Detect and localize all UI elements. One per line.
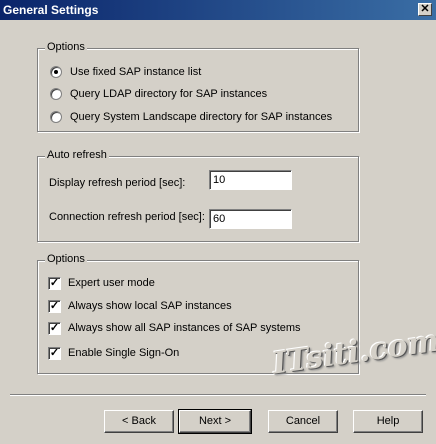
checkbox-label: Always show local SAP instances — [68, 300, 232, 312]
close-icon: ✕ — [420, 3, 430, 15]
auto-refresh-legend: Auto refresh — [45, 149, 109, 161]
check-expert-user-mode[interactable]: ✓ Expert user mode — [48, 275, 155, 291]
connection-refresh-label: Connection refresh period [sec]: — [49, 211, 205, 223]
checkbox-label: Enable Single Sign-On — [68, 347, 180, 359]
checkbox[interactable]: ✓ — [48, 346, 61, 360]
connection-refresh-input[interactable]: 60 — [209, 209, 292, 229]
separator — [10, 394, 426, 396]
next-button[interactable]: Next > — [178, 409, 252, 434]
title-bar: General Settings ✕ — [0, 0, 436, 20]
options-group-legend: Options — [45, 41, 87, 53]
check-single-sign-on[interactable]: ✓ Enable Single Sign-On — [48, 345, 179, 361]
radio-label: Query LDAP directory for SAP instances — [70, 88, 268, 100]
radio-button[interactable] — [50, 88, 62, 100]
auto-refresh-group: Auto refresh Display refresh period [sec… — [37, 149, 359, 242]
radio-query-ldap[interactable]: Query LDAP directory for SAP instances — [50, 86, 267, 102]
options-group-legend: Options — [45, 253, 87, 265]
radio-label: Use fixed SAP instance list — [70, 66, 202, 78]
radio-button[interactable] — [50, 111, 62, 123]
close-button[interactable]: ✕ — [418, 3, 432, 16]
check-show-local-instances[interactable]: ✓ Always show local SAP instances — [48, 298, 232, 314]
checkbox[interactable]: ✓ — [48, 276, 61, 290]
radio-button-selected[interactable] — [50, 66, 62, 78]
back-button[interactable]: < Back — [104, 410, 174, 433]
display-refresh-label: Display refresh period [sec]: — [49, 177, 186, 189]
radio-query-sld[interactable]: Query System Landscape directory for SAP… — [50, 109, 332, 125]
cancel-button[interactable]: Cancel — [268, 410, 338, 433]
radio-fixed-instance-list[interactable]: Use fixed SAP instance list — [50, 64, 201, 80]
checkbox-label: Expert user mode — [68, 277, 155, 289]
radio-label: Query System Landscape directory for SAP… — [70, 111, 333, 123]
checkbox[interactable]: ✓ — [48, 321, 61, 335]
checkbox-label: Always show all SAP instances of SAP sys… — [68, 322, 301, 334]
window-title: General Settings — [3, 3, 99, 17]
checkbox[interactable]: ✓ — [48, 299, 61, 313]
options-group: Options Use fixed SAP instance list Quer… — [37, 41, 359, 132]
help-button[interactable]: Help — [353, 410, 423, 433]
check-show-all-instances[interactable]: ✓ Always show all SAP instances of SAP s… — [48, 320, 301, 336]
display-refresh-input[interactable]: 10 — [209, 170, 292, 190]
